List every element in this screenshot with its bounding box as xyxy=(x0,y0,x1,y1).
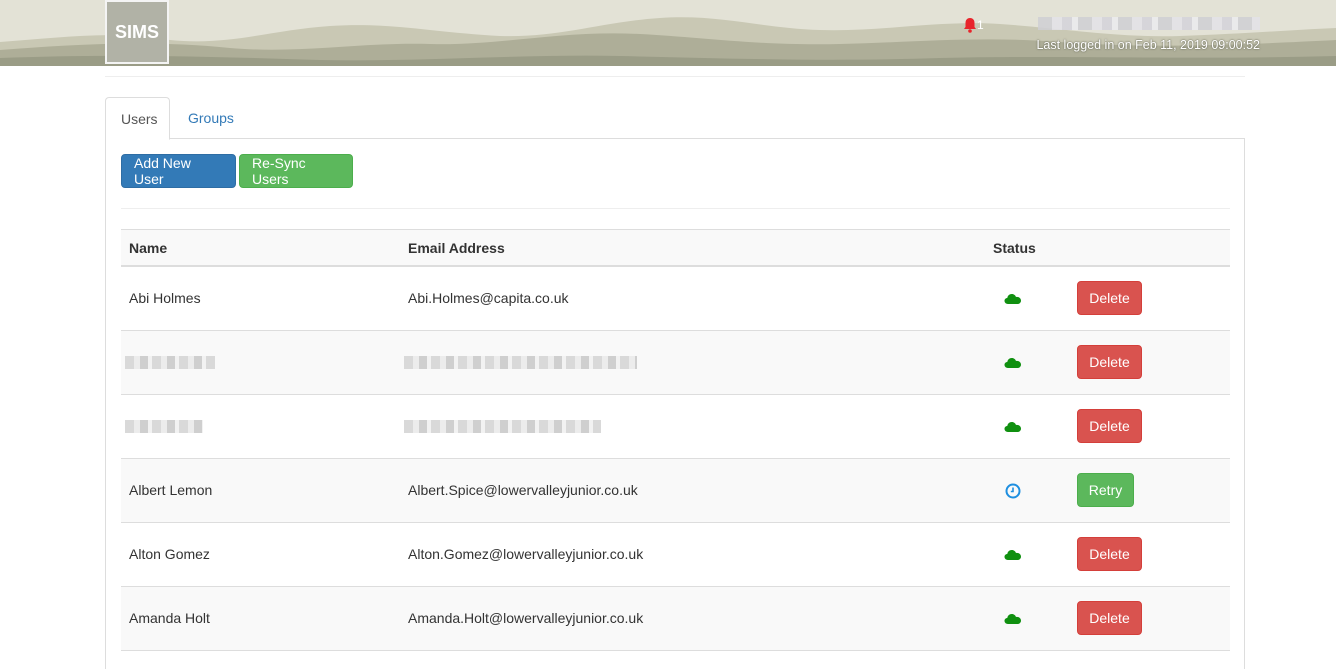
divider xyxy=(121,208,1230,209)
user-name-redacted[interactable] xyxy=(1038,17,1260,30)
delete-button[interactable]: Delete xyxy=(1077,409,1142,443)
cloud-icon xyxy=(1003,289,1023,309)
user-name-redacted xyxy=(125,420,203,433)
user-name: Abi Holmes xyxy=(129,290,201,306)
column-header-name[interactable]: Name xyxy=(129,240,167,256)
table-row: Alton Gomez Alton.Gomez@lowervalleyjunio… xyxy=(121,523,1230,587)
cloud-icon xyxy=(1003,609,1023,629)
retry-button[interactable]: Retry xyxy=(1077,473,1134,507)
delete-button[interactable]: Delete xyxy=(1077,345,1142,379)
cloud-icon xyxy=(1003,417,1023,437)
bell-icon[interactable] xyxy=(963,17,977,33)
user-email: Albert.Spice@lowervalleyjunior.co.uk xyxy=(408,482,638,498)
cloud-icon xyxy=(1003,353,1023,373)
table-row: Delete xyxy=(121,395,1230,459)
mountain-background xyxy=(0,17,1336,66)
delete-button[interactable]: Delete xyxy=(1077,601,1142,635)
users-table: Name Email Address Status Abi Holmes Abi… xyxy=(121,229,1230,651)
header-banner: SIMS 1 Last logged in on Feb 11, 2019 09… xyxy=(0,0,1336,66)
tab-users[interactable]: Users xyxy=(105,97,170,140)
user-email: Abi.Holmes@capita.co.uk xyxy=(408,290,569,306)
sims-logo[interactable]: SIMS xyxy=(105,0,169,64)
user-email-redacted xyxy=(404,356,637,369)
tab-groups[interactable]: Groups xyxy=(173,97,249,139)
delete-button[interactable]: Delete xyxy=(1077,537,1142,571)
users-panel: Add New User Re-Sync Users Name Email Ad… xyxy=(105,139,1245,669)
table-row: Amanda Holt Amanda.Holt@lowervalleyjunio… xyxy=(121,587,1230,651)
notification-count: 1 xyxy=(977,18,984,32)
notifications[interactable]: 1 xyxy=(963,16,984,34)
user-email-redacted xyxy=(404,420,601,433)
user-name: Albert Lemon xyxy=(129,482,213,498)
user-name: Alton Gomez xyxy=(129,546,210,562)
column-header-email[interactable]: Email Address xyxy=(408,240,505,256)
delete-button[interactable]: Delete xyxy=(1077,281,1142,315)
add-new-user-button[interactable]: Add New User xyxy=(121,154,236,188)
table-row: Delete xyxy=(121,331,1230,395)
user-email: Amanda.Holt@lowervalleyjunior.co.uk xyxy=(408,610,644,626)
table-row: Abi Holmes Abi.Holmes@capita.co.uk Delet… xyxy=(121,267,1230,331)
user-name-redacted xyxy=(125,356,215,369)
user-email: Alton.Gomez@lowervalleyjunior.co.uk xyxy=(408,546,644,562)
divider xyxy=(105,76,1245,77)
clock-icon xyxy=(1003,481,1023,501)
column-header-status[interactable]: Status xyxy=(993,240,1036,256)
last-logged-in: Last logged in on Feb 11, 2019 09:00:52 xyxy=(1036,38,1260,52)
table-header: Name Email Address Status xyxy=(121,229,1230,267)
resync-users-button[interactable]: Re-Sync Users xyxy=(239,154,353,188)
cloud-icon xyxy=(1003,545,1023,565)
user-name: Amanda Holt xyxy=(129,610,210,626)
tab-bar: Users Groups xyxy=(105,97,1245,140)
table-row: Albert Lemon Albert.Spice@lowervalleyjun… xyxy=(121,459,1230,523)
